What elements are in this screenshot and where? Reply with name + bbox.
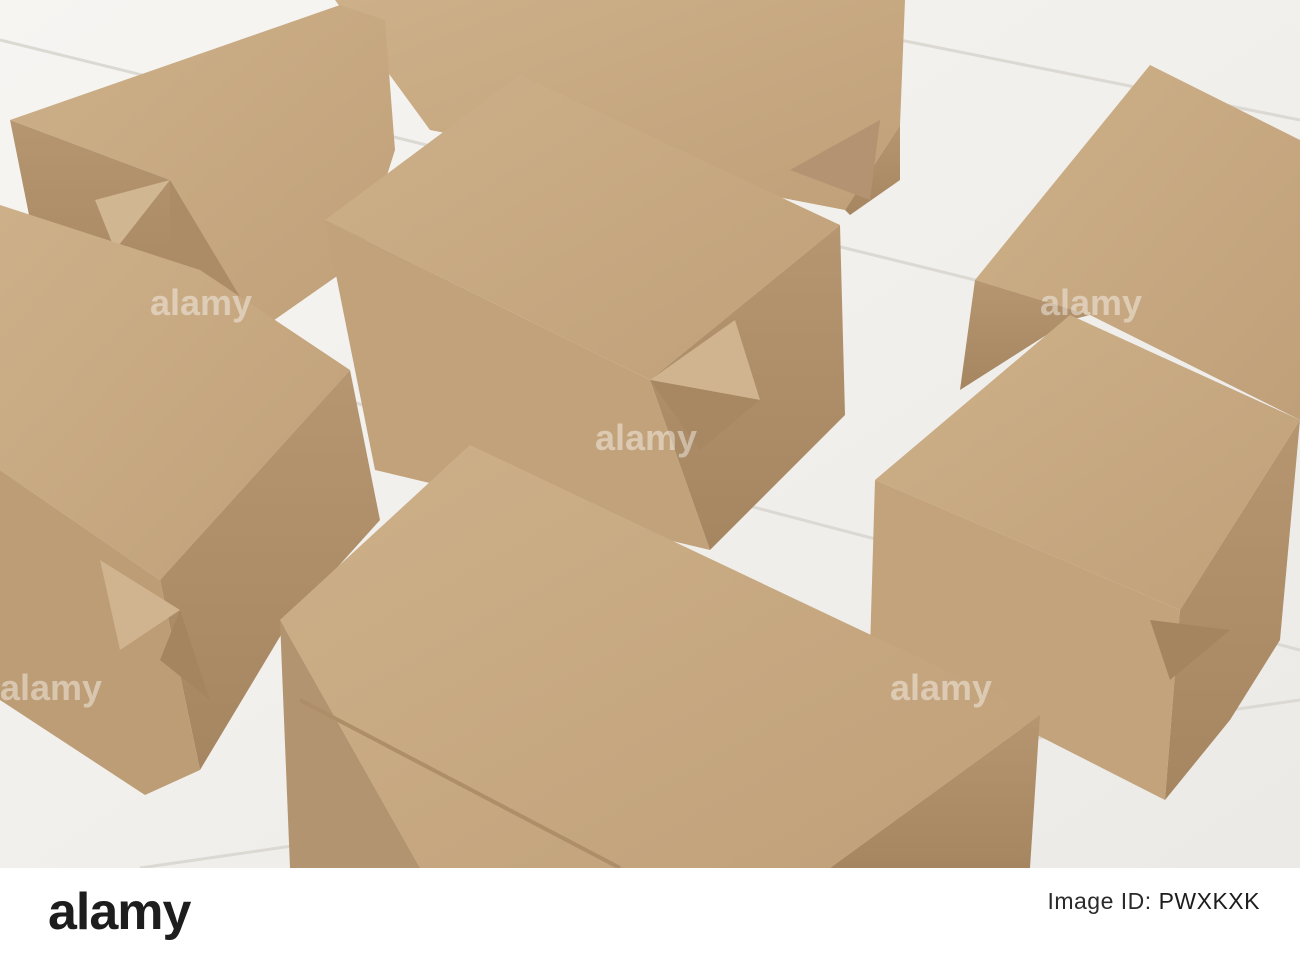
watermark-text: alamy <box>595 417 697 458</box>
watermark-text: alamy <box>150 282 252 323</box>
watermark-text: alamy <box>1040 282 1142 323</box>
watermark-text: alamy <box>890 667 992 708</box>
image-id-label: Image ID: PWXKXK <box>1047 888 1260 915</box>
image-id-value: PWXKXK <box>1158 888 1260 914</box>
stock-photo: alamy alamy alamy alamy alamy <box>0 0 1300 868</box>
watermark-text: alamy <box>0 667 102 708</box>
stock-footer-bar: alamy Image ID: PWXKXK <box>0 868 1300 956</box>
image-id-prefix: Image ID: <box>1047 888 1159 914</box>
alamy-logo: alamy <box>48 883 191 941</box>
stock-photo-frame: alamy alamy alamy alamy alamy alamy Imag… <box>0 0 1300 956</box>
